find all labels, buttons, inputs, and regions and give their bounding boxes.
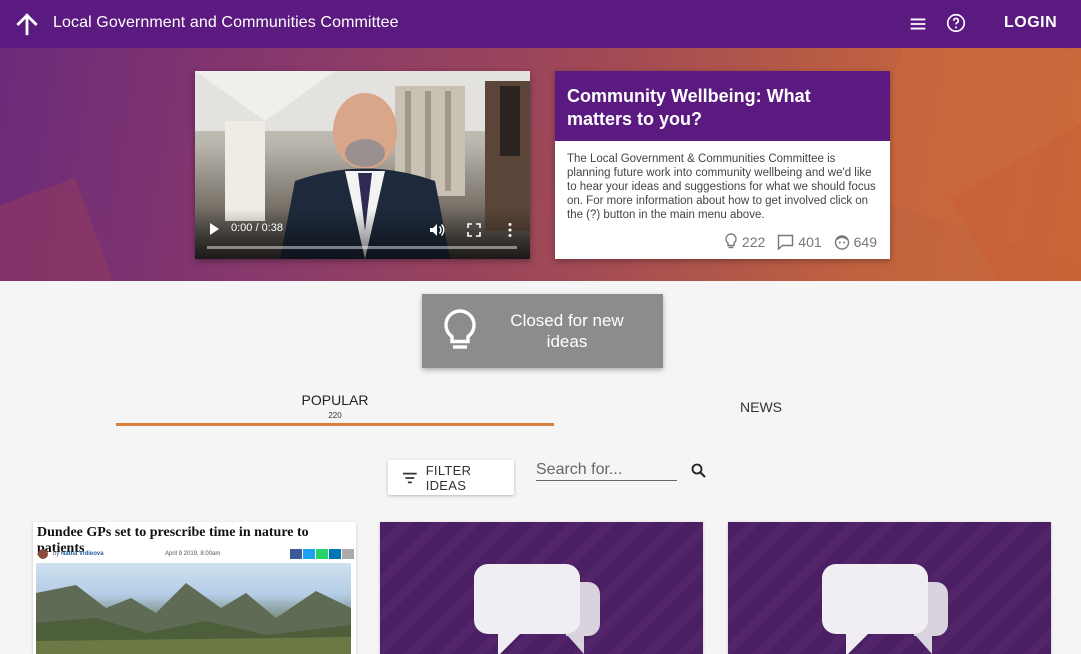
- video-progress-bar[interactable]: [207, 246, 517, 249]
- app-bar: Local Government and Communities Committ…: [0, 0, 1081, 48]
- info-card-title: Community Wellbeing: What matters to you…: [567, 86, 811, 129]
- tab-popular-label: POPULAR: [301, 392, 369, 408]
- filter-ideas-label: FILTER IDEAS: [425, 462, 472, 493]
- hamburger-menu-icon[interactable]: [907, 13, 929, 35]
- search-icon[interactable]: [691, 463, 706, 478]
- whatsapp-icon[interactable]: [316, 549, 328, 559]
- volume-icon[interactable]: [429, 222, 445, 238]
- arrow-up-icon[interactable]: [14, 11, 40, 37]
- news-author-name: Nadia Vidieova: [61, 551, 104, 557]
- news-card[interactable]: Dundee GPs set to prescribe time in natu…: [33, 522, 356, 654]
- news-author-prefix: by: [53, 551, 60, 557]
- info-card-description: The Local Government & Communities Commi…: [567, 153, 876, 221]
- idea-card[interactable]: [728, 522, 1051, 654]
- users-stat: 649: [834, 234, 877, 250]
- email-icon[interactable]: [342, 549, 354, 559]
- video-time: 0:00 / 0:38: [231, 222, 283, 234]
- news-author: by Nadia Vidieova: [53, 551, 104, 557]
- news-meta: by Nadia Vidieova April 9 2019, 8:00am: [37, 549, 354, 561]
- info-card-header: Community Wellbeing: What matters to you…: [555, 71, 890, 141]
- video-controls: 0:00 / 0:38: [195, 209, 530, 259]
- users-count: 649: [853, 233, 877, 250]
- help-circle-icon[interactable]: [945, 12, 967, 34]
- comments-count: 401: [798, 233, 822, 250]
- mountain-landscape: [36, 583, 351, 654]
- lightbulb-icon: [444, 309, 476, 349]
- face-icon: [834, 234, 849, 250]
- news-photo: [36, 563, 351, 654]
- info-card-stats: 222 401 649: [724, 233, 877, 250]
- app-title: Local Government and Communities Committ…: [53, 14, 399, 31]
- twitter-icon[interactable]: [303, 549, 315, 559]
- more-vertical-icon[interactable]: [507, 222, 513, 238]
- lightbulb-icon: [725, 233, 737, 249]
- share-buttons: [290, 549, 354, 559]
- fullscreen-icon[interactable]: [467, 223, 481, 237]
- filter-ideas-button[interactable]: FILTER IDEAS: [388, 460, 514, 495]
- news-date: April 9 2019, 8:00am: [165, 551, 221, 557]
- video-player[interactable]: 0:00 / 0:38: [195, 71, 530, 259]
- closed-label: Closed for new ideas: [510, 311, 624, 351]
- hero-banner: 0:00 / 0:38 Community Wellbeing: What ma…: [0, 48, 1081, 281]
- facebook-icon[interactable]: [290, 549, 302, 559]
- idea-card[interactable]: [380, 522, 703, 654]
- ideas-count: 222: [741, 233, 766, 250]
- chat-bubbles-icon: [474, 564, 600, 654]
- info-card: Community Wellbeing: What matters to you…: [555, 71, 890, 259]
- hero-decor-shape: [0, 177, 117, 281]
- avatar: [38, 549, 48, 559]
- tab-active-indicator: [116, 423, 554, 426]
- closed-for-ideas-button[interactable]: Closed for new ideas: [422, 294, 663, 368]
- tab-popular-count: 220: [328, 411, 342, 420]
- ideas-stat: 222: [724, 233, 765, 250]
- comments-stat: 401: [777, 233, 822, 250]
- filter-list-icon: [402, 472, 417, 483]
- comment-icon: [778, 234, 794, 250]
- tab-news[interactable]: NEWS: [554, 399, 968, 415]
- play-icon[interactable]: [207, 222, 221, 236]
- search-input[interactable]: [536, 459, 677, 481]
- linkedin-icon[interactable]: [329, 549, 341, 559]
- login-button[interactable]: LOGIN: [1004, 14, 1057, 32]
- chat-bubbles-icon: [822, 564, 948, 654]
